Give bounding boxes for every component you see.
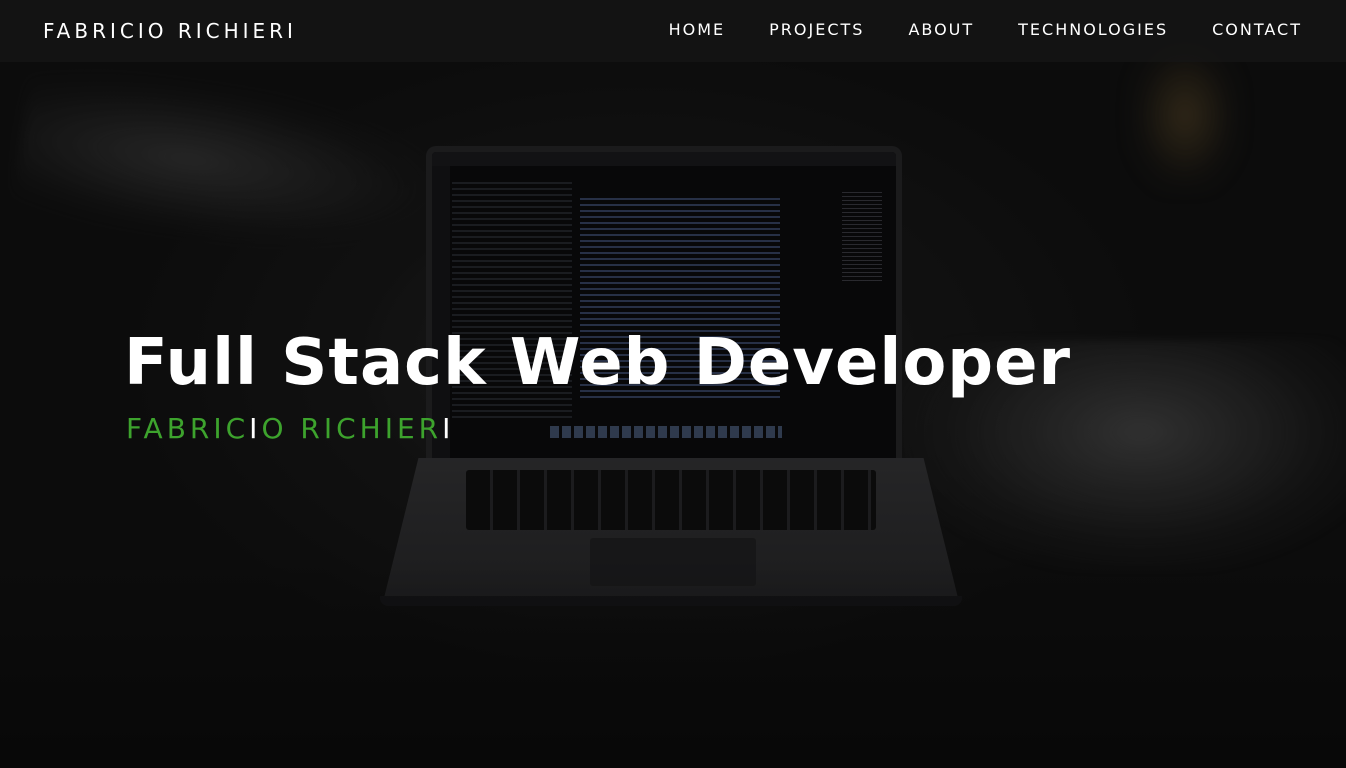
nav-link-projects[interactable]: PROJECTS <box>769 20 864 39</box>
brand-logo[interactable]: FABRICIO RICHIERI <box>43 19 297 43</box>
typed-name-part: O RICHIER <box>261 412 443 445</box>
typed-name-part: FABRIC <box>126 412 250 445</box>
typed-name-highlight: I <box>249 412 262 445</box>
hero-headline: Full Stack Web Developer <box>124 326 1072 400</box>
hero-typed-name: FABRICIO RICHIERI <box>126 412 454 445</box>
nav-link-home[interactable]: HOME <box>669 20 726 39</box>
nav-link-about[interactable]: ABOUT <box>908 20 974 39</box>
nav-link-technologies[interactable]: TECHNOLOGIES <box>1018 20 1168 39</box>
nav-link-contact[interactable]: CONTACT <box>1212 20 1302 39</box>
hero-section: FABRICIO RICHIERI HOME PROJECTS ABOUT TE… <box>0 0 1346 768</box>
typed-name-highlight: I <box>442 412 455 445</box>
navbar: FABRICIO RICHIERI HOME PROJECTS ABOUT TE… <box>0 0 1346 62</box>
nav-links: HOME PROJECTS ABOUT TECHNOLOGIES CONTACT <box>669 20 1302 39</box>
